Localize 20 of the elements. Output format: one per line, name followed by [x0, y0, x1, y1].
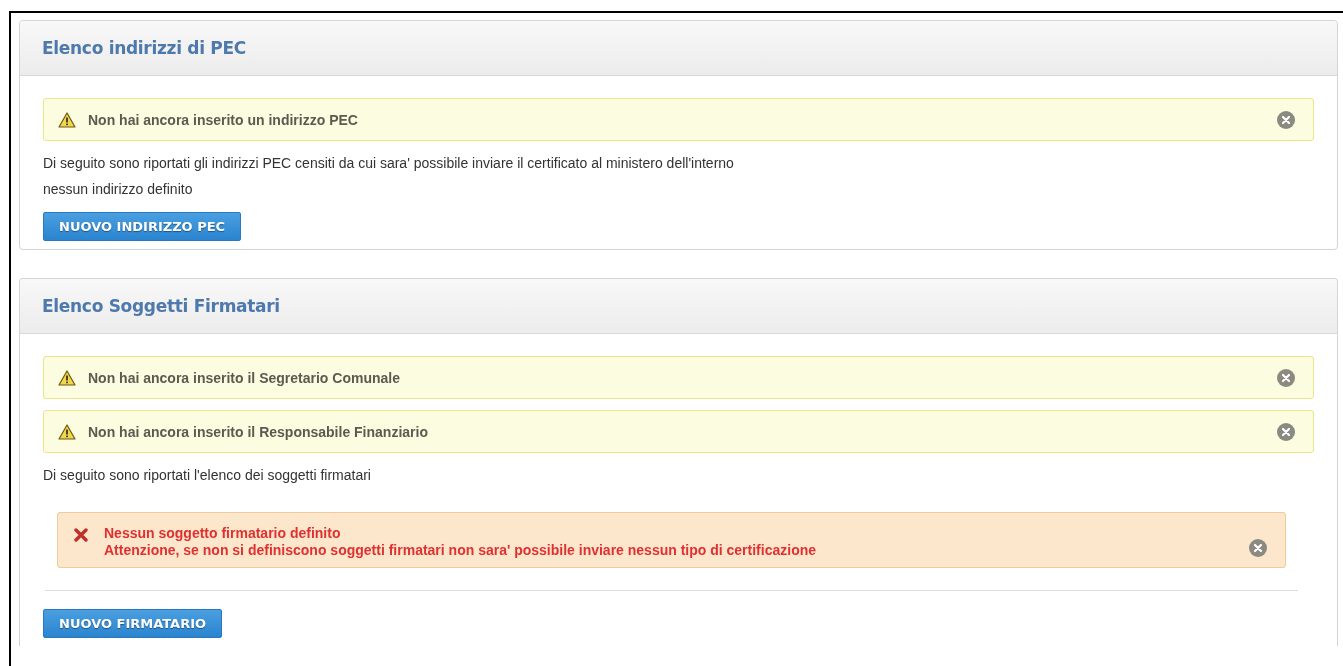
info-text: Di seguito sono riportati l'elenco dei soggetti firmatari: [43, 466, 372, 485]
panel-title: Elenco indirizzi di PEC: [42, 38, 246, 58]
warning-message: Non hai ancora inserito il Responsabile Finanziario: [88, 423, 429, 440]
warning-message: Non hai ancora inserito un indirizzo PEC: [88, 111, 359, 128]
close-icon[interactable]: [1277, 110, 1295, 129]
warning-icon: [58, 111, 76, 128]
warning-icon: [58, 423, 76, 440]
info-text: Di seguito sono riportati gli indirizzi PEC censiti da cui sara' possibile inviare il certificato al ministero dell'interno: [43, 154, 735, 173]
error-message: Nessun soggetto firmatario definito: [104, 525, 342, 542]
add-button[interactable]: NUOVO INDIRIZZO PEC: [43, 212, 242, 241]
close-icon[interactable]: [1277, 422, 1295, 441]
close-icon[interactable]: [1277, 368, 1295, 387]
panel-title: Elenco Soggetti Firmatari: [42, 296, 280, 316]
warning-icon: [58, 369, 76, 386]
error-message: Attenzione, se non si definiscono soggetti firmatari non sara' possibile inviare nessun tipo di certificazione: [104, 542, 818, 559]
error-x-icon: [74, 528, 88, 542]
warning-message: Non hai ancora inserito il Segretario Comunale: [88, 369, 401, 386]
close-icon[interactable]: [1249, 539, 1267, 557]
info-text: nessun indirizzo definito: [43, 180, 194, 199]
add-button[interactable]: NUOVO FIRMATARIO: [43, 609, 223, 638]
